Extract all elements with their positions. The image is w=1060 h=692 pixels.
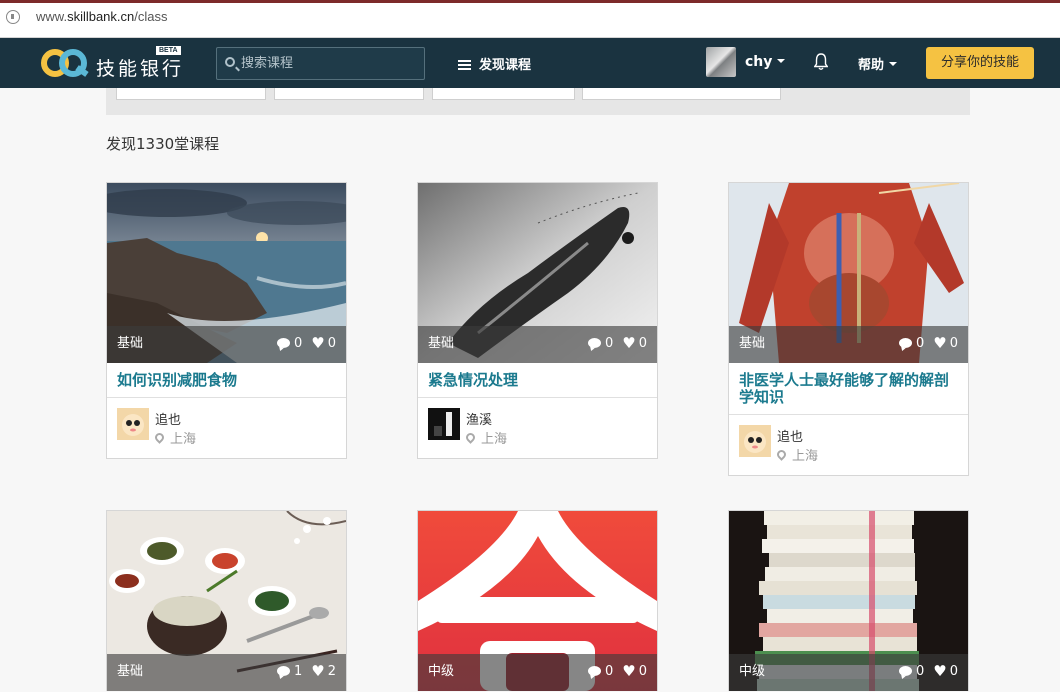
author-name[interactable]: 渔溪 — [466, 409, 492, 428]
course-card[interactable]: 基础 0 ♥ 0 如何识别减肥食物 追也 上海 — [106, 182, 347, 459]
level-badge: 中级 — [428, 664, 455, 679]
level-badge: 基础 — [428, 336, 455, 351]
search-input[interactable] — [241, 48, 421, 79]
course-card[interactable]: 中级 0 ♥ 0 — [728, 510, 969, 691]
course-image[interactable]: 中级 0 ♥ 0 — [729, 511, 968, 691]
user-avatar[interactable] — [706, 47, 736, 77]
comment-icon — [276, 338, 290, 348]
browser-address-bar: www.skillbank.cn/class — [0, 0, 1060, 38]
chevron-down-icon — [889, 62, 898, 66]
course-card[interactable]: 基础 0 ♥ 0 非医学人士最好能够了解的解剖学知识 追也 上海 — [728, 182, 969, 476]
share-skill-button[interactable]: 分享你的技能 — [926, 47, 1034, 79]
heart-icon: ♥ — [622, 334, 636, 352]
filter-dropdown-3[interactable] — [432, 88, 575, 100]
like-count: 0 — [638, 336, 647, 351]
author-location: 上海 — [464, 428, 507, 447]
search-icon — [225, 57, 235, 67]
discover-courses-link[interactable]: 发现课程 — [458, 54, 531, 73]
comment-count: 0 — [604, 336, 614, 351]
like-count: 0 — [949, 336, 958, 351]
like-count: 0 — [949, 664, 958, 679]
comment-icon — [587, 666, 601, 676]
comment-icon — [587, 338, 601, 348]
like-count: 0 — [327, 336, 336, 351]
comment-count: 0 — [915, 336, 925, 351]
level-badge: 基础 — [739, 336, 766, 351]
filter-bar — [106, 88, 970, 115]
heart-icon: ♥ — [933, 334, 947, 352]
heart-icon: ♥ — [933, 662, 947, 680]
like-count: 2 — [327, 664, 336, 679]
author-avatar[interactable] — [117, 408, 149, 440]
filter-dropdown-2[interactable] — [274, 88, 424, 100]
course-card[interactable]: 基础 0 ♥ 0 紧急情况处理 渔溪 上海 — [417, 182, 658, 459]
comment-count: 0 — [915, 664, 925, 679]
author-location: 上海 — [775, 445, 818, 464]
course-author: 追也 上海 — [107, 398, 346, 458]
level-badge: 中级 — [739, 664, 766, 679]
author-name[interactable]: 追也 — [155, 409, 181, 428]
comment-icon — [898, 666, 912, 676]
like-count: 0 — [638, 664, 647, 679]
heart-icon: ♥ — [311, 334, 325, 352]
card-stats: 0 ♥ 0 — [587, 662, 647, 680]
course-card[interactable]: 中级 0 ♥ 0 — [417, 510, 658, 691]
location-pin-icon — [464, 431, 477, 444]
author-avatar[interactable] — [428, 408, 460, 440]
logo-mark-icon — [41, 49, 89, 77]
card-stats: 0 ♥ 0 — [276, 334, 336, 352]
site-navbar: 技能银行 BETA 发现课程 chy 帮助 分享你的技能 — [0, 38, 1060, 88]
course-image[interactable]: 中级 0 ♥ 0 — [418, 511, 657, 691]
heart-icon: ♥ — [622, 662, 636, 680]
comment-icon — [898, 338, 912, 348]
course-author: 渔溪 上海 — [418, 398, 657, 458]
menu-icon — [458, 60, 471, 70]
heart-icon: ♥ — [311, 662, 325, 680]
author-name[interactable]: 追也 — [777, 426, 803, 445]
course-title[interactable]: 紧急情况处理 — [418, 363, 657, 398]
site-logo[interactable]: 技能银行 BETA — [40, 46, 200, 80]
course-image[interactable]: 基础 1 ♥ 2 — [107, 511, 346, 691]
author-avatar[interactable] — [739, 425, 771, 457]
filter-dropdown-1[interactable] — [116, 88, 266, 100]
comment-count: 1 — [293, 664, 303, 679]
comment-icon — [276, 666, 290, 676]
course-card[interactable]: 基础 1 ♥ 2 — [106, 510, 347, 691]
url-field[interactable]: www.skillbank.cn/class — [36, 9, 168, 24]
course-image[interactable]: 基础 0 ♥ 0 — [729, 183, 968, 363]
chevron-down-icon — [777, 59, 786, 63]
logo-text: 技能银行 — [96, 58, 185, 80]
search-box[interactable] — [216, 47, 425, 80]
card-stats: 0 ♥ 0 — [898, 334, 958, 352]
course-title[interactable]: 如何识别减肥食物 — [107, 363, 346, 398]
course-image[interactable]: 基础 0 ♥ 0 — [418, 183, 657, 363]
beta-badge: BETA — [156, 46, 181, 55]
author-location: 上海 — [153, 428, 196, 447]
course-count: 发现1330堂课程 — [106, 135, 220, 153]
help-menu[interactable]: 帮助 — [858, 54, 898, 73]
site-info-icon[interactable] — [6, 10, 20, 24]
card-stats: 1 ♥ 2 — [276, 662, 336, 680]
course-image[interactable]: 基础 0 ♥ 0 — [107, 183, 346, 363]
comment-count: 0 — [293, 336, 303, 351]
card-stats: 0 ♥ 0 — [587, 334, 647, 352]
user-menu[interactable]: chy — [745, 54, 786, 70]
location-pin-icon — [153, 431, 166, 444]
course-title[interactable]: 非医学人士最好能够了解的解剖学知识 — [729, 363, 968, 415]
card-stats: 0 ♥ 0 — [898, 662, 958, 680]
location-pin-icon — [775, 448, 788, 461]
level-badge: 基础 — [117, 336, 144, 351]
comment-count: 0 — [604, 664, 614, 679]
course-author: 追也 上海 — [729, 415, 968, 475]
level-badge: 基础 — [117, 664, 144, 679]
bell-icon[interactable] — [814, 53, 828, 71]
filter-dropdown-4[interactable] — [582, 88, 781, 100]
